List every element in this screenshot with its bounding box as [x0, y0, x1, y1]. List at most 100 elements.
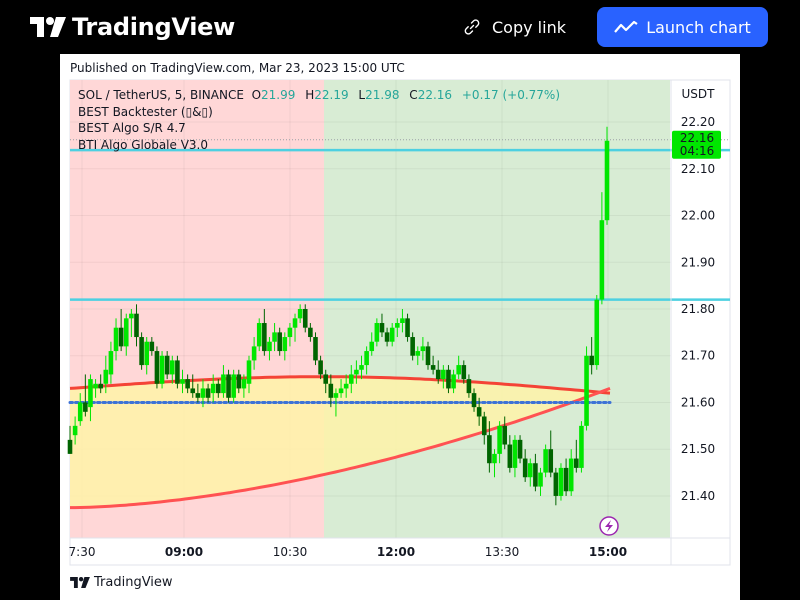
- candle-body[interactable]: [88, 379, 93, 408]
- candle-body[interactable]: [599, 220, 605, 300]
- candle-body[interactable]: [492, 453, 497, 464]
- candle-body[interactable]: [231, 374, 236, 398]
- candle-body[interactable]: [93, 383, 98, 389]
- candle-body[interactable]: [118, 327, 124, 347]
- candle-body[interactable]: [374, 323, 380, 342]
- candle-body[interactable]: [287, 327, 293, 338]
- candle-body[interactable]: [154, 351, 160, 384]
- candle-body[interactable]: [103, 369, 109, 384]
- candle-body[interactable]: [302, 309, 308, 328]
- candle-body[interactable]: [435, 369, 441, 380]
- candle-body[interactable]: [400, 318, 405, 324]
- candle-body[interactable]: [169, 360, 175, 375]
- candle-body[interactable]: [123, 318, 129, 347]
- candle-body[interactable]: [216, 383, 221, 394]
- candle-body[interactable]: [262, 323, 267, 352]
- candle-body[interactable]: [517, 439, 523, 459]
- candle-body[interactable]: [180, 379, 185, 384]
- candle-body[interactable]: [129, 313, 134, 319]
- candle-body[interactable]: [543, 449, 548, 473]
- candle-body[interactable]: [318, 360, 323, 375]
- candle-body[interactable]: [359, 365, 364, 370]
- candle-body[interactable]: [226, 374, 231, 398]
- candle-body[interactable]: [67, 439, 73, 454]
- footer-logo[interactable]: TradingView: [70, 575, 173, 590]
- candle-body[interactable]: [113, 327, 119, 352]
- candle-body[interactable]: [267, 341, 272, 352]
- indicator-algo-sr[interactable]: BEST Algo S/R 4.7: [78, 120, 560, 137]
- candle-body[interactable]: [451, 374, 456, 389]
- indicator-backtester[interactable]: BEST Backtester (▯&▯): [78, 104, 560, 121]
- candle-body[interactable]: [144, 341, 150, 366]
- candle-body[interactable]: [533, 463, 538, 487]
- candle-body[interactable]: [405, 318, 410, 338]
- candle-body[interactable]: [379, 323, 385, 333]
- candle-body[interactable]: [527, 463, 533, 478]
- candle-body[interactable]: [507, 444, 513, 468]
- candle-body[interactable]: [441, 369, 446, 380]
- candle-body[interactable]: [164, 355, 170, 375]
- candle-body[interactable]: [297, 309, 303, 319]
- candle-body[interactable]: [369, 341, 375, 352]
- tradingview-logo[interactable]: TradingView: [30, 12, 235, 42]
- candle-body[interactable]: [579, 425, 584, 468]
- candle-body[interactable]: [241, 379, 247, 389]
- candle-body[interactable]: [134, 313, 139, 338]
- candle-body[interactable]: [313, 337, 318, 361]
- candle-body[interactable]: [139, 337, 144, 366]
- candle-body[interactable]: [461, 365, 467, 380]
- candle-body[interactable]: [476, 407, 482, 417]
- candle-body[interactable]: [574, 458, 579, 468]
- candle-body[interactable]: [236, 374, 242, 389]
- candle-body[interactable]: [210, 383, 216, 394]
- candle-body[interactable]: [425, 346, 431, 366]
- candle-body[interactable]: [308, 327, 313, 338]
- candle-body[interactable]: [277, 332, 282, 352]
- candle-body[interactable]: [471, 393, 477, 408]
- candle-body[interactable]: [323, 374, 329, 384]
- candle-body[interactable]: [410, 337, 415, 356]
- candle-body[interactable]: [282, 337, 288, 352]
- candle-body[interactable]: [395, 323, 400, 328]
- candle-body[interactable]: [563, 467, 569, 492]
- candle-body[interactable]: [481, 416, 487, 436]
- candle-body[interactable]: [221, 374, 226, 394]
- candle-body[interactable]: [502, 425, 508, 445]
- candle-body[interactable]: [200, 388, 206, 398]
- candle-body[interactable]: [195, 393, 201, 398]
- candle-body[interactable]: [77, 402, 83, 422]
- candle-body[interactable]: [190, 388, 196, 394]
- candle-body[interactable]: [333, 393, 339, 398]
- candle-body[interactable]: [553, 472, 559, 496]
- candle-body[interactable]: [389, 327, 395, 342]
- candle-body[interactable]: [175, 360, 180, 384]
- candle-body[interactable]: [159, 355, 165, 384]
- candle-body[interactable]: [348, 374, 354, 384]
- candle-body[interactable]: [205, 388, 211, 398]
- candle-body[interactable]: [83, 402, 88, 412]
- candle-body[interactable]: [584, 355, 589, 426]
- candle-body[interactable]: [328, 383, 334, 398]
- candle-body[interactable]: [72, 425, 78, 436]
- candle-body[interactable]: [446, 369, 451, 389]
- candle-body[interactable]: [420, 346, 426, 352]
- candle-body[interactable]: [246, 360, 252, 384]
- candle-body[interactable]: [538, 472, 543, 487]
- candle-body[interactable]: [487, 435, 492, 464]
- copy-link-button[interactable]: Copy link: [462, 14, 566, 40]
- candle-body[interactable]: [558, 467, 564, 496]
- candle-body[interactable]: [343, 383, 349, 389]
- candle-body[interactable]: [604, 140, 610, 221]
- candle-body[interactable]: [568, 458, 574, 492]
- indicator-algo-globale[interactable]: BTI Algo Globale V3.0: [78, 137, 560, 154]
- candle-body[interactable]: [384, 332, 390, 342]
- candle-body[interactable]: [251, 346, 257, 361]
- candle-body[interactable]: [512, 439, 518, 468]
- candle-body[interactable]: [364, 351, 369, 366]
- candle-body[interactable]: [589, 355, 594, 366]
- candle-body[interactable]: [548, 449, 554, 473]
- candle-body[interactable]: [522, 458, 528, 478]
- candle-body[interactable]: [272, 332, 277, 342]
- launch-chart-button[interactable]: Launch chart: [597, 7, 768, 47]
- candle-body[interactable]: [338, 388, 344, 394]
